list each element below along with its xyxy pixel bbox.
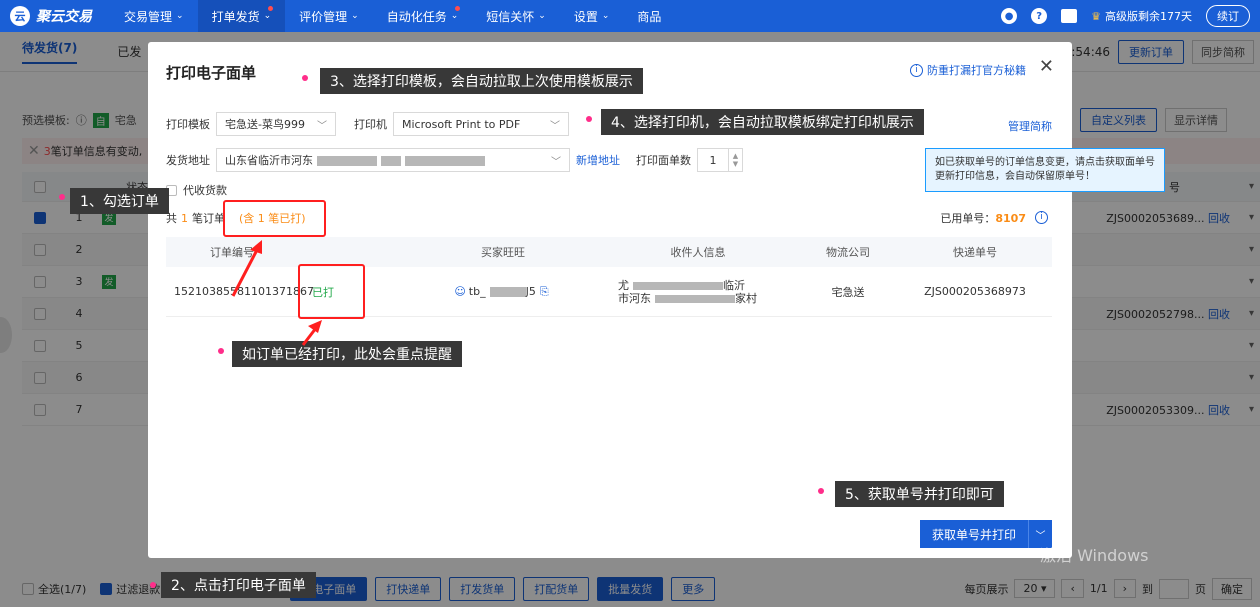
arrow-head [250,240,262,254]
windows-watermark: 激活 Windows [1040,546,1149,565]
annotation-arrows [231,240,322,346]
arrow-line [301,327,318,346]
arrow-line [231,247,260,297]
